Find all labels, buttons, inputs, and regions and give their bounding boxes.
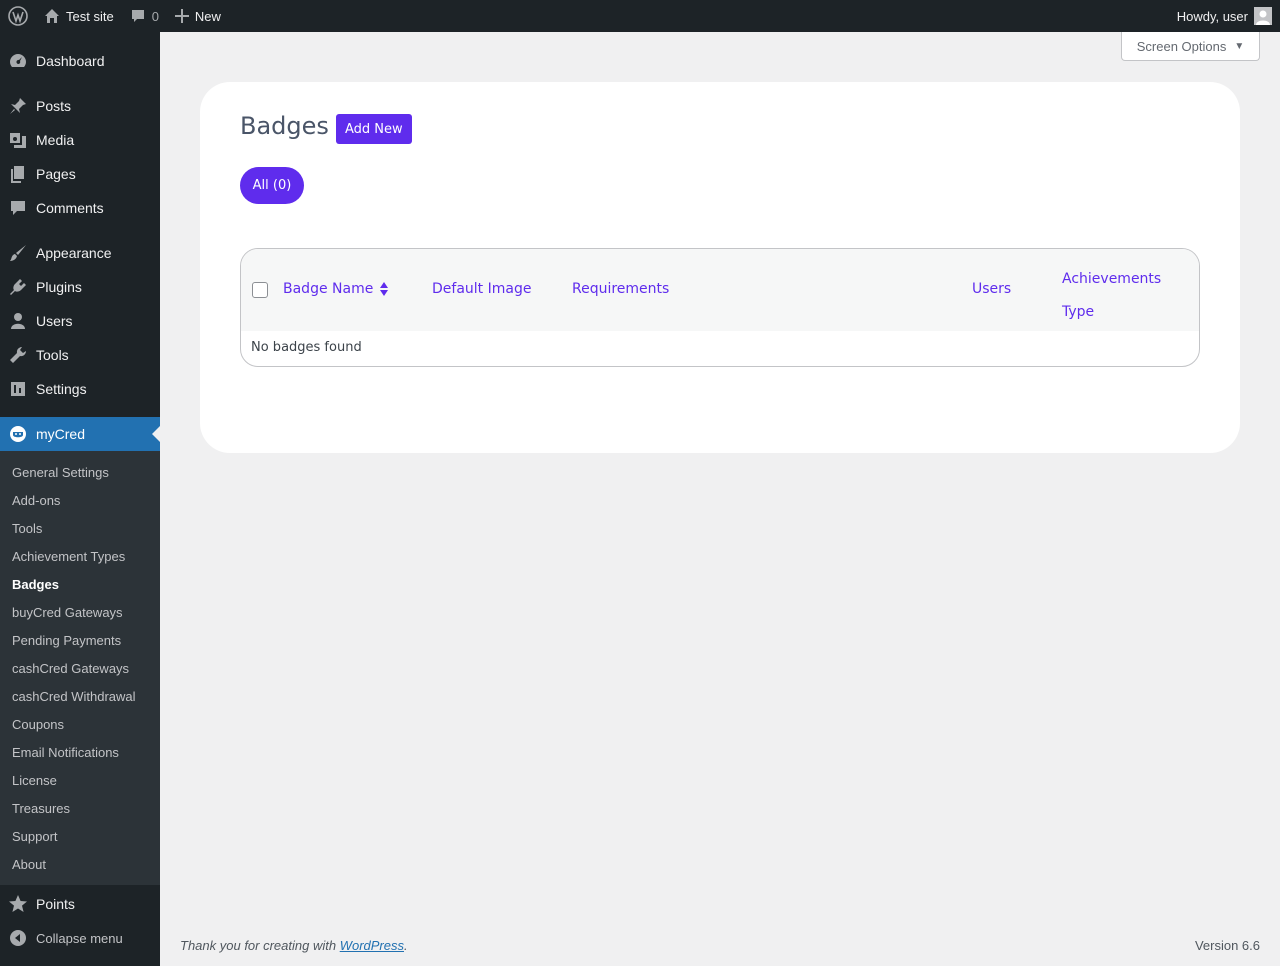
site-name-link[interactable]: Test site bbox=[36, 0, 122, 32]
submenu-pending-payments[interactable]: Pending Payments bbox=[0, 626, 160, 654]
admin-sidebar: Dashboard Posts Media Pages Comments App… bbox=[0, 32, 160, 966]
table-header: Badge Name Default Image Requirements Us… bbox=[241, 249, 1199, 331]
menu-label: Plugins bbox=[36, 279, 82, 295]
avatar bbox=[1254, 7, 1272, 25]
menu-users[interactable]: Users bbox=[0, 304, 160, 338]
screen-options-label: Screen Options bbox=[1136, 38, 1227, 54]
plus-icon bbox=[174, 9, 189, 23]
badges-panel: Badges Add New All (0) Badge Name Defaul… bbox=[200, 82, 1240, 453]
submenu-badges[interactable]: Badges bbox=[0, 570, 160, 598]
menu-label: Users bbox=[36, 313, 73, 329]
menu-points[interactable]: Points bbox=[0, 887, 160, 921]
menu-plugins[interactable]: Plugins bbox=[0, 270, 160, 304]
comments-link[interactable]: 0 bbox=[122, 0, 167, 32]
screen-options-button[interactable]: Screen Options ▼ bbox=[1121, 32, 1260, 61]
menu-label: myCred bbox=[36, 426, 86, 442]
column-default-image: Default Image bbox=[432, 281, 532, 297]
page-title: Badges bbox=[240, 112, 329, 140]
menu-label: Appearance bbox=[36, 245, 112, 261]
submenu-support[interactable]: Support bbox=[0, 822, 160, 850]
submenu-cashcred-gateways[interactable]: cashCred Gateways bbox=[0, 654, 160, 682]
wordpress-logo-icon[interactable] bbox=[0, 0, 36, 32]
mycred-icon bbox=[0, 424, 36, 444]
caret-down-icon: ▼ bbox=[1234, 40, 1245, 52]
column-users: Users bbox=[972, 281, 1012, 297]
home-icon bbox=[45, 9, 59, 23]
select-all-checkbox[interactable] bbox=[252, 282, 268, 298]
menu-label: Media bbox=[36, 132, 75, 148]
column-badge-name[interactable]: Badge Name bbox=[283, 281, 389, 297]
footer-thanks: Thank you for creating with WordPress. bbox=[180, 938, 408, 953]
collapse-label: Collapse menu bbox=[36, 930, 123, 946]
pages-icon bbox=[0, 164, 36, 184]
footer-thanks-prefix: Thank you for creating with bbox=[180, 938, 340, 953]
site-name: Test site bbox=[66, 8, 114, 24]
menu-label: Pages bbox=[36, 166, 76, 182]
submenu-license[interactable]: License bbox=[0, 766, 160, 794]
menu-media[interactable]: Media bbox=[0, 123, 160, 157]
mycred-submenu: General Settings Add-ons Tools Achieveme… bbox=[0, 451, 160, 885]
filter-all-link[interactable]: All (0) bbox=[240, 167, 304, 204]
new-label: New bbox=[194, 8, 221, 24]
submenu-general-settings[interactable]: General Settings bbox=[0, 458, 160, 486]
media-icon bbox=[0, 130, 36, 150]
dashboard-icon bbox=[0, 51, 36, 71]
column-requirements: Requirements bbox=[572, 281, 670, 297]
menu-label: Tools bbox=[36, 347, 69, 363]
comment-icon bbox=[0, 198, 36, 218]
footer-version: Version 6.6 bbox=[1194, 938, 1260, 953]
submenu-tools[interactable]: Tools bbox=[0, 514, 160, 542]
column-label: Badge Name bbox=[283, 281, 374, 297]
submenu-achievement-types[interactable]: Achievement Types bbox=[0, 542, 160, 570]
menu-mycred[interactable]: myCred bbox=[0, 417, 160, 451]
empty-message: No badges found bbox=[251, 340, 362, 355]
menu-posts[interactable]: Posts bbox=[0, 89, 160, 123]
submenu-coupons[interactable]: Coupons bbox=[0, 710, 160, 738]
menu-label: Posts bbox=[36, 98, 72, 114]
wrench-icon bbox=[0, 345, 36, 365]
menu-dashboard[interactable]: Dashboard bbox=[0, 44, 160, 78]
comments-count: 0 bbox=[151, 8, 159, 24]
menu-tools[interactable]: Tools bbox=[0, 338, 160, 372]
my-account-link[interactable]: Howdy, user bbox=[1169, 0, 1280, 32]
submenu-cashcred-withdrawal[interactable]: cashCred Withdrawal bbox=[0, 682, 160, 710]
pin-icon bbox=[0, 96, 36, 116]
menu-settings[interactable]: Settings bbox=[0, 372, 160, 406]
menu-label: Points bbox=[36, 896, 75, 912]
submenu-treasures[interactable]: Treasures bbox=[0, 794, 160, 822]
menu-comments[interactable]: Comments bbox=[0, 191, 160, 225]
submenu-buycred-gateways[interactable]: buyCred Gateways bbox=[0, 598, 160, 626]
brush-icon bbox=[0, 243, 36, 263]
comment-icon bbox=[131, 10, 144, 22]
footer-thanks-suffix: . bbox=[404, 938, 408, 953]
add-new-button[interactable]: Add New bbox=[336, 114, 412, 144]
collapse-icon bbox=[0, 929, 36, 947]
menu-label: Comments bbox=[36, 200, 104, 216]
settings-icon bbox=[0, 379, 36, 399]
wordpress-link[interactable]: WordPress bbox=[340, 938, 404, 953]
menu-label: Dashboard bbox=[36, 53, 105, 69]
submenu-add-ons[interactable]: Add-ons bbox=[0, 486, 160, 514]
admin-bar: Test site 0 New Howdy, user bbox=[0, 0, 1280, 32]
menu-pages[interactable]: Pages bbox=[0, 157, 160, 191]
plugin-icon bbox=[0, 277, 36, 297]
badges-table: Badge Name Default Image Requirements Us… bbox=[240, 248, 1200, 367]
new-content-link[interactable]: New bbox=[167, 0, 229, 32]
collapse-menu-button[interactable]: Collapse menu bbox=[0, 921, 160, 955]
column-label: Achievements Type bbox=[1062, 271, 1162, 320]
user-icon bbox=[0, 311, 36, 331]
howdy-text: Howdy, user bbox=[1176, 8, 1248, 24]
menu-appearance[interactable]: Appearance bbox=[0, 236, 160, 270]
menu-label: Settings bbox=[36, 381, 87, 397]
submenu-email-notifications[interactable]: Email Notifications bbox=[0, 738, 160, 766]
star-icon bbox=[0, 894, 36, 914]
column-achievements-type: Achievements Type bbox=[1062, 263, 1182, 329]
sort-icon bbox=[379, 281, 389, 297]
submenu-about[interactable]: About bbox=[0, 850, 160, 878]
